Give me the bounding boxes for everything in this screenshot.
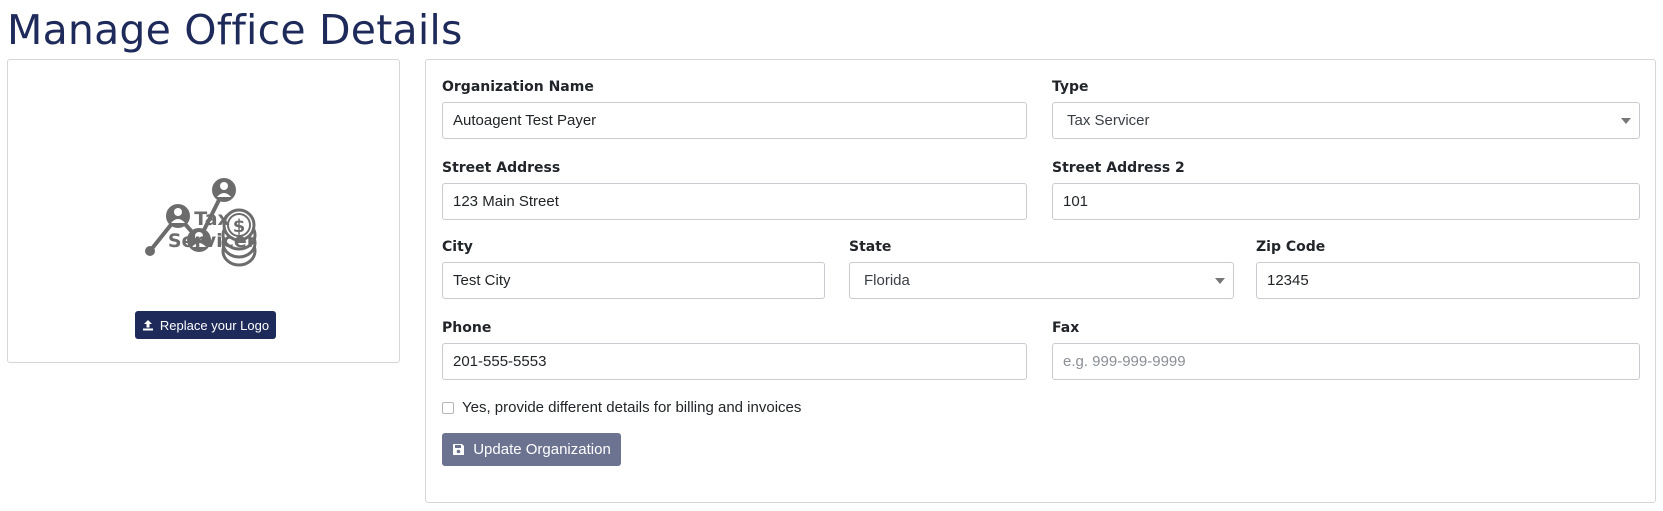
upload-icon — [142, 320, 153, 331]
billing-checkbox-row[interactable]: Yes, provide different details for billi… — [442, 399, 801, 416]
state-select[interactable]: Florida — [849, 262, 1234, 299]
replace-logo-label: Replace your Logo — [159, 317, 270, 333]
save-icon — [453, 444, 465, 455]
city-label: City — [442, 239, 473, 255]
type-select[interactable]: Tax Servicer — [1052, 102, 1640, 139]
zip-code-input[interactable] — [1256, 262, 1640, 299]
street-address-2-label: Street Address 2 — [1052, 160, 1185, 176]
fax-input[interactable] — [1052, 343, 1640, 380]
state-label: State — [849, 239, 892, 255]
state-selected-value: Florida — [864, 272, 910, 289]
type-label: Type — [1052, 79, 1089, 95]
zip-code-label: Zip Code — [1256, 239, 1326, 255]
billing-checkbox-label: Yes, provide different details for billi… — [462, 399, 802, 416]
update-organization-button[interactable]: Update Organization — [442, 433, 621, 466]
update-organization-label: Update Organization — [473, 441, 611, 458]
type-selected-value: Tax Servicer — [1067, 112, 1150, 129]
street-address-2-input[interactable] — [1052, 183, 1640, 220]
fax-label: Fax — [1052, 320, 1080, 336]
billing-checkbox[interactable] — [442, 401, 454, 414]
phone-input[interactable] — [442, 343, 1027, 380]
organization-name-label: Organization Name — [442, 79, 594, 95]
street-address-input[interactable] — [442, 183, 1027, 220]
city-input[interactable] — [442, 262, 825, 299]
organization-form: Organization Name Type Tax Servicer Stre… — [425, 59, 1656, 503]
replace-logo-button[interactable]: Replace your Logo — [135, 311, 276, 339]
street-address-label: Street Address — [442, 160, 561, 176]
phone-label: Phone — [442, 320, 492, 336]
organization-name-input[interactable] — [442, 102, 1027, 139]
chevron-down-icon — [1621, 118, 1631, 124]
page-title: Manage Office Details — [7, 6, 463, 54]
chevron-down-icon — [1215, 278, 1225, 284]
logo-text-line1: Tax — [194, 208, 230, 230]
logo-text: Tax Servicer — [108, 208, 316, 252]
logo-card: $ Tax Servicer Replace your Logo — [7, 59, 400, 363]
logo-text-line2: Servicer — [167, 230, 257, 252]
